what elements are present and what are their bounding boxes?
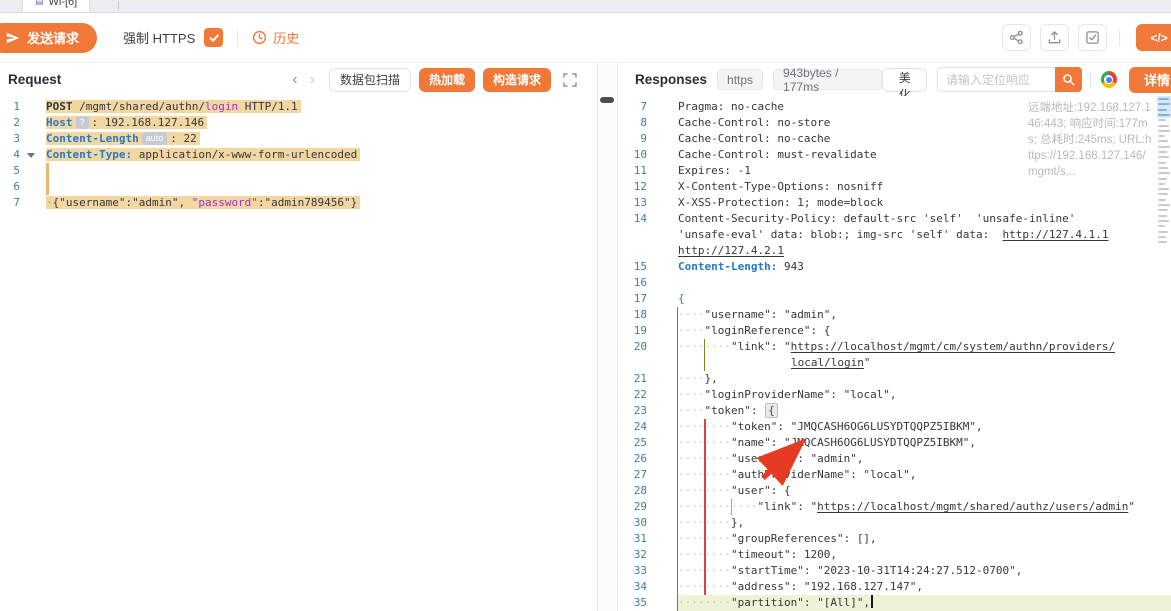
history-label: 历史 (273, 28, 299, 47)
share-icon (1009, 30, 1024, 45)
code-wrap-line: 'unsafe-eval' data: blob:; img-src 'self… (618, 227, 1171, 243)
code-line: 16 (618, 275, 1171, 291)
clock-icon (252, 30, 267, 45)
export-icon (1047, 30, 1062, 45)
share-button[interactable] (1002, 24, 1031, 51)
code-line: 25········"name": "JMQCASH6OG6LUSYDTQQPZ… (618, 435, 1171, 451)
chevron-right-icon[interactable]: › (304, 72, 321, 88)
code-line: 4Content-Type: application/x-www-form-ur… (0, 147, 597, 163)
send-request-button[interactable]: 发送请求 (0, 23, 97, 53)
response-search (937, 67, 1082, 92)
response-panel: Responses https 943bytes / 177ms 美化 详情 (618, 63, 1171, 611)
code-line: 27········"authProviderName": "local", (618, 467, 1171, 483)
request-panel-title: Request (8, 72, 61, 87)
tab-separator (118, 1, 119, 10)
code-line: 13X-XSS-Protection: 1; mode=block (618, 195, 1171, 211)
code-line: 2Host?: 192.168.127.146 (0, 115, 597, 131)
code-line: 6 (0, 179, 597, 195)
divider (1119, 30, 1120, 46)
generate-code-button[interactable]: </> 生 (1136, 24, 1171, 51)
code-line: 29············"link": "https://localhost… (618, 499, 1171, 515)
fold-chevron-icon[interactable] (27, 153, 35, 158)
chevron-left-icon[interactable]: ‹ (286, 72, 303, 88)
compose-request-button[interactable]: 构造请求 (483, 68, 551, 92)
packet-scan-button[interactable]: 数据包扫描 (329, 68, 411, 92)
minimap[interactable] (1157, 96, 1171, 266)
hot-reload-button[interactable]: 热加载 (419, 68, 475, 92)
beautify-button[interactable]: 美化 (882, 68, 927, 92)
tab-request[interactable]: ▤ Wi-[6] (22, 0, 90, 12)
protocol-badge: https (717, 69, 763, 90)
details-button[interactable]: 详情 (1129, 67, 1171, 93)
code-line: 26········"userName": "admin", (618, 451, 1171, 467)
code-line: 1POST /mgmt/shared/authn/login HTTP/1.1 (0, 99, 597, 115)
connection-info-overlay: 远端地址:192.168.127.146:443; 响应时间:177ms; 总耗… (1028, 100, 1154, 180)
code-line: 28········"user": { (618, 483, 1171, 499)
code-line: 21····}, (618, 371, 1171, 387)
code-wrap-line: local/login" (618, 355, 1171, 371)
code-line: 31········"groupReferences": [], (618, 531, 1171, 547)
request-editor[interactable]: 1POST /mgmt/shared/authn/login HTTP/1.12… (0, 96, 597, 611)
code-generate-label: </> 生 (1150, 29, 1171, 46)
code-wrap-line: http://127.4.2.1 (618, 243, 1171, 259)
code-line: 33········"startTime": "2023-10-31T14:24… (618, 563, 1171, 579)
main-split: Request ‹ › 数据包扫描 热加载 构造请求 1POST /mgmt/s… (0, 63, 1171, 611)
fullscreen-icon[interactable] (563, 73, 577, 87)
response-editor[interactable]: 远端地址:192.168.127.146:443; 响应时间:177ms; 总耗… (618, 96, 1171, 611)
code-line: 20········"link": "https://localhost/mgm… (618, 339, 1171, 355)
chrome-icon[interactable] (1101, 71, 1117, 88)
compose-icon (1085, 30, 1100, 45)
code-line: 7·{"username":"admin", "password":"admin… (0, 195, 597, 211)
force-https-label: 强制 HTTPS (123, 28, 195, 47)
toolbar: 发送请求 强制 HTTPS 历史 </> 生 (0, 13, 1171, 63)
force-https-checkbox[interactable] (204, 28, 223, 47)
code-line: 17{ (618, 291, 1171, 307)
document-icon: ▤ (35, 0, 44, 6)
code-line: 34········"address": "192.168.127.147", (618, 579, 1171, 595)
code-line: 32········"timeout": 1200, (618, 547, 1171, 563)
search-button[interactable] (1055, 67, 1082, 92)
code-line: 3Content-Lengthauto: 22 (0, 131, 597, 147)
divider (1090, 72, 1091, 88)
text-cursor (871, 595, 873, 608)
edit-check-button[interactable] (1078, 24, 1107, 51)
response-header: Responses https 943bytes / 177ms 美化 详情 (618, 63, 1171, 96)
force-https-toggle[interactable]: 强制 HTTPS (123, 28, 223, 47)
code-line: 15Content-Length: 943 (618, 259, 1171, 275)
scrollbar-thumb[interactable] (600, 97, 614, 103)
magnifier-icon (1062, 73, 1075, 86)
export-button[interactable] (1040, 24, 1069, 51)
tab-label: Wi-[6] (49, 0, 78, 8)
request-panel: Request ‹ › 数据包扫描 热加载 构造请求 1POST /mgmt/s… (0, 63, 598, 611)
code-line: 14Content-Security-Policy: default-src '… (618, 211, 1171, 227)
code-line: 19····"loginReference": { (618, 323, 1171, 339)
code-line: 35········"partition": "[All]", (618, 595, 1171, 611)
tab-bar: ▤ Wi-[6] (0, 0, 1171, 13)
history-button[interactable]: 历史 (252, 28, 299, 47)
code-line: 22····"loginProviderName": "local", (618, 387, 1171, 403)
response-panel-title: Responses (635, 72, 707, 87)
search-input[interactable] (937, 67, 1055, 92)
check-icon (208, 32, 220, 44)
divider (237, 30, 238, 46)
paper-plane-icon (6, 31, 20, 45)
code-line: 12X-Content-Type-Options: nosniff (618, 179, 1171, 195)
request-header: Request ‹ › 数据包扫描 热加载 构造请求 (0, 63, 597, 96)
code-line: 23····"token": { (618, 403, 1171, 419)
code-line: 18····"username": "admin", (618, 307, 1171, 323)
code-line: 24········"token": "JMQCASH6OG6LUSYDTQQP… (618, 419, 1171, 435)
code-line: 30········}, (618, 515, 1171, 531)
panel-splitter[interactable] (598, 63, 618, 611)
code-line: 5 (0, 163, 597, 179)
stats-badge: 943bytes / 177ms (773, 69, 882, 90)
